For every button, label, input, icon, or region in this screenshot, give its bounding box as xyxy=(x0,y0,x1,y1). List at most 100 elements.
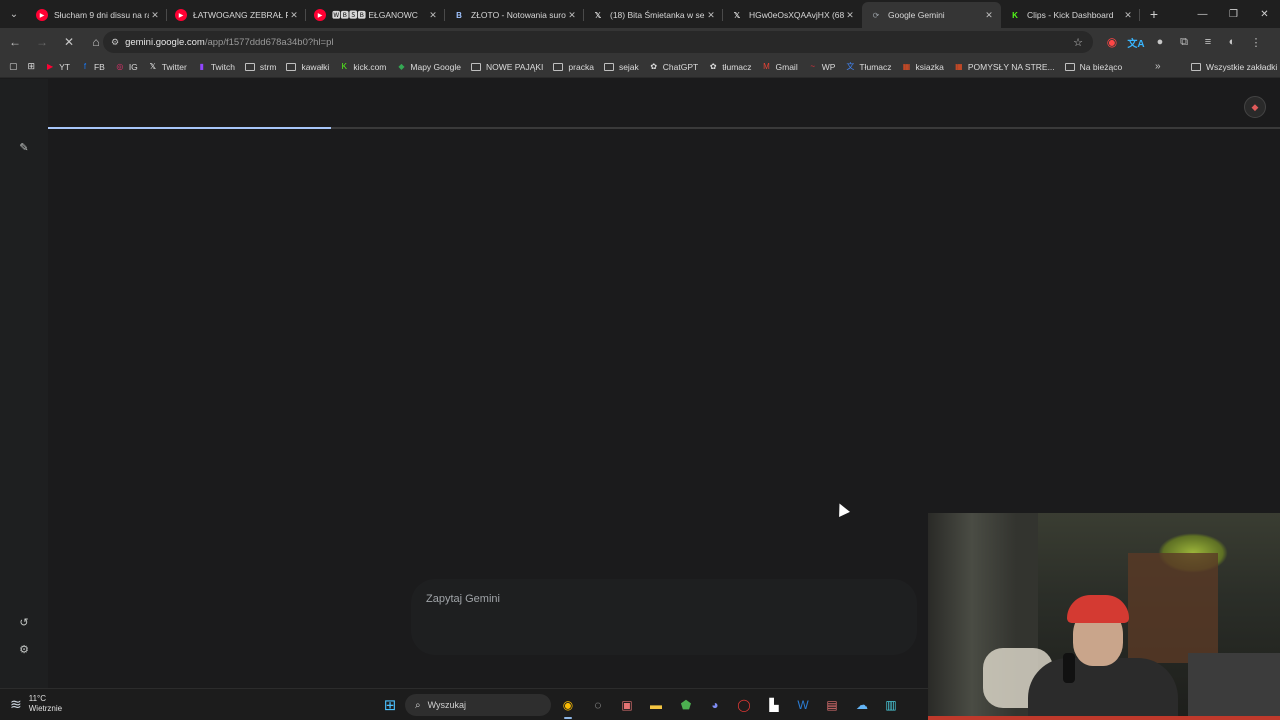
tab-close-icon[interactable]: ✕ xyxy=(288,10,300,21)
tab-close-icon[interactable]: ✕ xyxy=(983,10,995,21)
menu-icon[interactable]: ⋮ xyxy=(1244,30,1268,54)
folder-icon xyxy=(1064,62,1075,71)
stop-loading-icon[interactable]: ✕ xyxy=(57,30,81,54)
bookmark-label: Gmail xyxy=(775,61,798,72)
close-window-icon[interactable]: ✕ xyxy=(1249,0,1280,28)
tab-title: Google Gemini xyxy=(888,10,945,20)
bookmark-item[interactable]: 𝕏 Twitter xyxy=(143,58,192,76)
app-photo-icon[interactable]: ▣ xyxy=(616,694,638,716)
tab-close-icon[interactable]: ✕ xyxy=(844,10,856,21)
tab-search-icon[interactable]: ⌄ xyxy=(0,0,28,28)
notepad-icon[interactable]: ▥ xyxy=(880,694,902,716)
apps-grid-icon[interactable]: ▢ xyxy=(4,58,23,76)
bookmark-item[interactable]: 文 Tłumacz xyxy=(840,58,896,76)
app-image-icon[interactable]: ▤ xyxy=(821,694,843,716)
profile-icon[interactable]: ◐ xyxy=(1220,30,1244,54)
tab-title: Słucham 9 dni dissu na ra xyxy=(54,10,149,20)
bookmark-item[interactable]: M Gmail xyxy=(757,58,803,76)
browser-tab[interactable]: 𝕏 (18) Bita Śmietanka w sen ✕ xyxy=(584,2,723,28)
tab-close-icon[interactable]: ✕ xyxy=(427,10,439,21)
bookmark-label: sejak xyxy=(618,61,639,72)
address-bar[interactable]: ⚙ gemini.google.com/app/f1577ddd678a34b0… xyxy=(103,31,1093,53)
bookmark-item[interactable]: ◎ IG xyxy=(110,58,143,76)
discord-icon[interactable]: ◕ xyxy=(704,694,726,716)
extension-circle-icon[interactable]: ● xyxy=(1148,30,1172,54)
browser-tab[interactable]: K Clips - Kick Dashboard ✕ xyxy=(1001,2,1140,28)
apps-icon[interactable]: ⊞ xyxy=(23,58,41,76)
all-bookmarks-folder[interactable]: Wszystkie zakładki xyxy=(1186,58,1280,76)
app-tile-icon[interactable]: ▙ xyxy=(763,694,785,716)
folder-icon xyxy=(470,62,481,71)
bookmark-label: YT xyxy=(59,61,70,72)
tab-close-icon[interactable]: ✕ xyxy=(566,10,578,21)
weather-widget[interactable]: ≋ 11°C Wietrznie xyxy=(10,694,62,714)
file-explorer-icon[interactable]: ▬ xyxy=(645,694,667,716)
bookmark-label: strm xyxy=(259,61,277,72)
bookmark-item[interactable]: ~ WP xyxy=(803,58,841,76)
translate-extension-icon[interactable]: 文A xyxy=(1124,30,1148,54)
record-extension-icon[interactable]: ◉ xyxy=(1100,30,1124,54)
chrome-icon[interactable]: ◉ xyxy=(557,694,579,716)
tab-title: ZŁOTO - Notowania surow xyxy=(471,10,566,20)
new-tab-icon[interactable]: + xyxy=(1142,2,1166,26)
webcam-overlay xyxy=(928,513,1280,720)
account-avatar[interactable]: ◆ xyxy=(1244,96,1266,118)
shield-app-icon[interactable]: ⬟ xyxy=(675,694,697,716)
tab-close-icon[interactable]: ✕ xyxy=(149,10,161,21)
bookmark-item[interactable]: sejak xyxy=(599,58,644,76)
webcam-person-body xyxy=(1028,658,1178,720)
back-icon[interactable]: ← xyxy=(3,30,27,54)
activity-history-icon[interactable]: ↺ xyxy=(14,612,34,632)
extensions-puzzle-icon[interactable]: ⧉ xyxy=(1172,30,1196,54)
bookmark-item[interactable]: ▦ POMYSŁY NA STRE... xyxy=(949,58,1060,76)
bookmark-item[interactable]: ◆ Mapy Google xyxy=(391,58,466,76)
browser-tab[interactable]: ▶ ŁATWOGANG ZEBRAŁ PO ✕ xyxy=(167,2,306,28)
tab-title: (18) Bita Śmietanka w sen xyxy=(610,10,705,20)
bookmark-item[interactable]: pracka xyxy=(548,58,599,76)
kick-icon: K xyxy=(1012,10,1018,20)
bookmark-item[interactable]: strm xyxy=(240,58,282,76)
instagram-icon: ◎ xyxy=(116,62,124,71)
bankier-icon: B xyxy=(456,10,462,20)
new-chat-icon[interactable]: ✎ xyxy=(14,137,34,157)
bookmark-star-icon[interactable]: ☆ xyxy=(1073,36,1083,49)
minimize-icon[interactable]: — xyxy=(1187,0,1218,28)
weather-temperature: 11°C xyxy=(28,694,47,703)
wind-icon: ≋ xyxy=(10,695,22,712)
windows-start-icon[interactable]: ⊞ xyxy=(379,694,401,716)
browser-tab[interactable]: 𝕏 HGw0eOsXQAAvjHX (680 ✕ xyxy=(723,2,862,28)
forward-icon[interactable]: → xyxy=(30,30,54,54)
prompt-input[interactable] xyxy=(426,593,896,605)
search-icon: ⌕ xyxy=(415,699,421,711)
browser-tab[interactable]: B ZŁOTO - Notowania surow ✕ xyxy=(445,2,584,28)
cloud-app-icon[interactable]: ☁ xyxy=(851,694,873,716)
word-icon[interactable]: W xyxy=(792,694,814,716)
bookmark-item[interactable]: ✿ ChatGPT xyxy=(644,58,703,76)
tab-close-icon[interactable]: ✕ xyxy=(1122,10,1134,21)
maps-icon: ◆ xyxy=(398,62,405,71)
tab-close-icon[interactable]: ✕ xyxy=(705,10,717,21)
twitch-icon: ▮ xyxy=(199,62,205,71)
bookmark-item[interactable]: Kkick.com xyxy=(334,58,391,76)
extensions-area: ◉ 文A ● ⧉ ≡ ◐ ⋮ xyxy=(1100,28,1268,56)
bookmark-item[interactable]: ✿ tłumacz xyxy=(703,58,756,76)
browser-tab[interactable]: ▶ 🆆🅱🆂🅱 EŁGANOWC ✕ xyxy=(306,2,445,28)
settings-gear-icon[interactable]: ⚙ xyxy=(14,639,34,659)
restore-icon[interactable]: ❐ xyxy=(1218,0,1249,28)
bookmark-item[interactable]: Na bieżąco xyxy=(1060,58,1128,76)
app-circle-icon[interactable]: ◌ xyxy=(587,694,609,716)
bookmark-item[interactable]: ▶ YT xyxy=(40,58,75,76)
more-bookmarks-icon[interactable]: » xyxy=(1155,61,1161,72)
taskbar-search[interactable]: ⌕ Wyszukaj xyxy=(405,694,551,716)
site-info-icon[interactable]: ⚙ xyxy=(111,37,119,48)
bookmark-label: IG xyxy=(128,61,138,72)
media-controls-icon[interactable]: ≡ xyxy=(1196,30,1220,54)
browser-tab[interactable]: ⟳ Google Gemini ✕ xyxy=(862,2,1001,28)
bookmark-item[interactable]: kawałki xyxy=(281,58,334,76)
bookmark-item[interactable]: ▦ ksiazka xyxy=(897,58,949,76)
bookmark-item[interactable]: NOWE PAJĄKI xyxy=(466,58,548,76)
opera-icon[interactable]: ◯ xyxy=(733,694,755,716)
bookmark-item[interactable]: f FB xyxy=(75,58,110,76)
bookmark-item[interactable]: ▮ Twitch xyxy=(192,58,240,76)
browser-tab[interactable]: ▶ Słucham 9 dni dissu na ra ✕ xyxy=(28,2,167,28)
